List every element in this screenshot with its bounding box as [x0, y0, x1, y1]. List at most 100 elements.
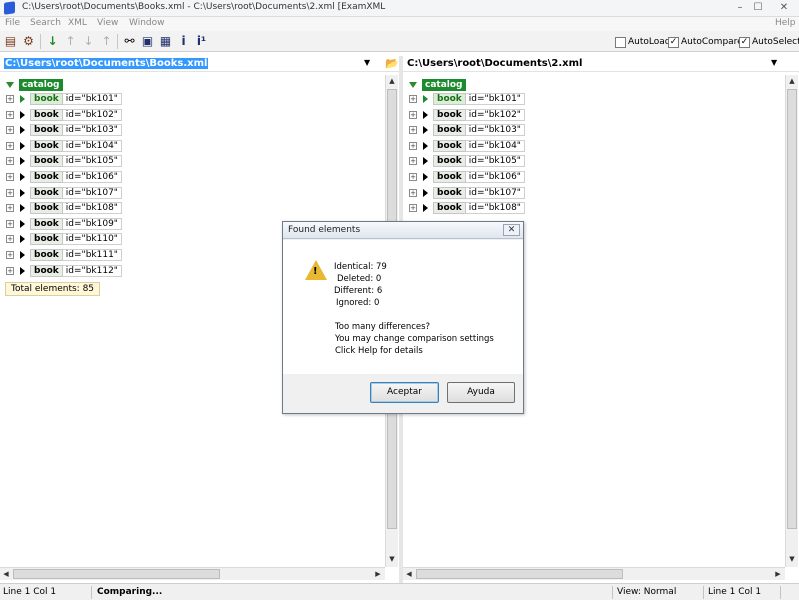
node-arrow-icon[interactable] [423, 188, 428, 197]
right-vertical-scroll-thumb[interactable] [787, 89, 797, 529]
binoculars-icon[interactable]: ⚯ [122, 34, 137, 49]
node-arrow-icon[interactable] [20, 95, 25, 103]
menu-search[interactable]: Search [30, 18, 61, 28]
expand-plus-icon[interactable]: + [6, 266, 14, 275]
book-node[interactable]: + book id="bk102" [409, 108, 525, 122]
expanded-arrow-icon[interactable] [6, 81, 14, 88]
previous-difference-icon[interactable]: ↑ [63, 34, 78, 49]
expand-plus-icon[interactable]: + [409, 157, 417, 166]
expand-plus-icon[interactable]: + [409, 110, 417, 119]
book-node[interactable]: + book id="bk107" [409, 186, 525, 200]
node-arrow-icon[interactable] [423, 157, 428, 166]
chevron-down-icon[interactable]: ▼ [771, 58, 777, 67]
node-arrow-icon[interactable] [20, 110, 25, 119]
right-horizontal-scrollbar[interactable]: ◀ ▶ [403, 567, 785, 580]
expand-plus-icon[interactable]: + [6, 141, 14, 150]
node-arrow-icon[interactable] [423, 173, 428, 181]
catalog-node[interactable]: catalog [6, 78, 63, 91]
expand-plus-icon[interactable]: + [6, 173, 14, 181]
expand-plus-icon[interactable]: + [6, 251, 14, 259]
autoselect-checkbox-box[interactable]: ✓ [739, 36, 750, 48]
maximize-button[interactable]: ☐ [751, 2, 765, 14]
info-icon[interactable]: i [176, 34, 191, 49]
close-button[interactable]: ✕ [776, 2, 792, 14]
node-arrow-icon[interactable] [20, 204, 25, 213]
book-node[interactable]: + book id="bk106" [409, 170, 525, 184]
node-arrow-icon[interactable] [20, 126, 25, 135]
node-arrow-icon[interactable] [20, 251, 25, 259]
minimize-button[interactable]: – [733, 2, 747, 14]
scroll-right-arrow-icon[interactable]: ▶ [772, 568, 784, 580]
right-path-bar[interactable]: C:\Users\root\Documents\2.xml ▼ [403, 56, 799, 72]
autoload-checkbox[interactable]: AutoLoad [615, 36, 671, 48]
book-node[interactable]: + book id="bk105" [6, 154, 122, 168]
expand-plus-icon[interactable]: + [6, 235, 14, 244]
scroll-right-arrow-icon[interactable]: ▶ [372, 568, 384, 580]
expand-plus-icon[interactable]: + [6, 219, 14, 228]
book-node[interactable]: + book id="bk102" [6, 108, 122, 122]
menu-help[interactable]: Help [775, 18, 796, 28]
next-difference-icon[interactable]: ↓ [45, 34, 60, 49]
book-node[interactable]: + book id="bk103" [409, 123, 525, 137]
node-arrow-icon[interactable] [20, 235, 25, 244]
node-arrow-icon[interactable] [20, 141, 25, 150]
node-arrow-icon[interactable] [423, 204, 428, 213]
book-node[interactable]: + book id="bk108" [6, 201, 122, 215]
menu-file[interactable]: File [5, 18, 20, 28]
expand-plus-icon[interactable]: + [6, 110, 14, 119]
catalog-node[interactable]: catalog [409, 78, 466, 91]
expand-plus-icon[interactable]: + [409, 141, 417, 150]
autocompare-checkbox[interactable]: ✓ AutoCompare [668, 36, 743, 48]
book-node[interactable]: + book id="bk105" [409, 154, 525, 168]
expanded-arrow-icon[interactable] [409, 81, 417, 88]
node-arrow-icon[interactable] [423, 95, 428, 103]
expand-plus-icon[interactable]: + [6, 204, 14, 213]
expand-plus-icon[interactable]: + [6, 126, 14, 135]
node-arrow-icon[interactable] [20, 219, 25, 228]
book-node[interactable]: + book id="bk111" [6, 248, 122, 262]
book-node[interactable]: + book id="bk106" [6, 170, 122, 184]
node-arrow-icon[interactable] [20, 157, 25, 166]
node-arrow-icon[interactable] [423, 110, 428, 119]
save-icon[interactable]: ▣ [140, 34, 155, 49]
grid-icon[interactable]: ▦ [158, 34, 173, 49]
book-node[interactable]: + book id="bk112" [6, 264, 122, 278]
book-node[interactable]: + book id="bk104" [6, 139, 122, 153]
book-node[interactable]: + book id="bk108" [409, 201, 525, 215]
book-node[interactable]: + book id="bk107" [6, 186, 122, 200]
node-arrow-icon[interactable] [423, 126, 428, 135]
scroll-up-arrow-icon[interactable]: ▲ [386, 75, 398, 87]
book-node[interactable]: + book id="bk103" [6, 123, 122, 137]
expand-plus-icon[interactable]: + [409, 173, 417, 181]
autocompare-checkbox-box[interactable]: ✓ [668, 36, 679, 48]
expand-plus-icon[interactable]: + [409, 188, 417, 197]
menu-view[interactable]: View [97, 18, 118, 28]
expand-plus-icon[interactable]: + [409, 204, 417, 213]
node-arrow-icon[interactable] [423, 141, 428, 150]
left-horizontal-scroll-thumb[interactable] [13, 569, 220, 579]
left-path-bar[interactable]: C:\Users\root\Documents\Books.xml ▼ 📂 [0, 56, 399, 72]
expand-plus-icon[interactable]: + [6, 157, 14, 166]
expand-plus-icon[interactable]: + [6, 188, 14, 197]
autoselect-checkbox[interactable]: ✓ AutoSelect [739, 36, 799, 48]
help-icon[interactable]: i¹ [194, 34, 209, 49]
aceptar-button[interactable]: Aceptar [370, 382, 439, 403]
dialog-close-button[interactable]: ✕ [503, 224, 520, 236]
expand-plus-icon[interactable]: + [6, 95, 14, 103]
right-horizontal-scroll-thumb[interactable] [416, 569, 623, 579]
compare-settings-icon[interactable]: ⚙ [21, 34, 36, 49]
scroll-left-arrow-icon[interactable]: ◀ [0, 568, 12, 580]
scroll-up-arrow-icon[interactable]: ▲ [786, 75, 798, 87]
node-arrow-icon[interactable] [20, 173, 25, 181]
open-files-icon[interactable]: ▤ [3, 34, 18, 49]
left-horizontal-scrollbar[interactable]: ◀ ▶ [0, 567, 385, 580]
book-node[interactable]: + book id="bk109" [6, 217, 122, 231]
node-arrow-icon[interactable] [20, 266, 25, 275]
book-node[interactable]: + book id="bk110" [6, 232, 122, 246]
expand-plus-icon[interactable]: + [409, 95, 417, 103]
scroll-down-arrow-icon[interactable]: ▼ [786, 553, 798, 565]
open-folder-icon[interactable]: 📂 [385, 57, 399, 70]
book-node[interactable]: + book id="bk101" [409, 92, 525, 106]
book-node[interactable]: + book id="bk101" [6, 92, 122, 106]
scroll-down-arrow-icon[interactable]: ▼ [386, 553, 398, 565]
